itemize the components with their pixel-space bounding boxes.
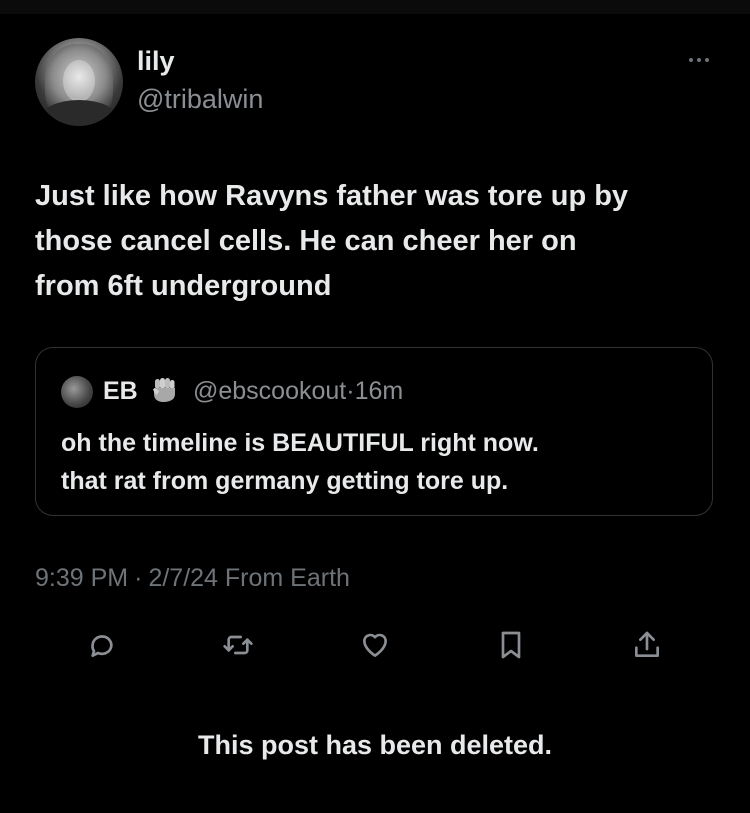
quoted-time: 16m — [354, 377, 404, 405]
retweet-icon — [223, 635, 253, 655]
quoted-author-avatar — [61, 376, 93, 408]
post-time[interactable]: 9:39 PM — [35, 564, 128, 592]
author-name[interactable]: lily — [137, 46, 175, 77]
quoted-author-handle-time: @ebscookout·16m — [193, 377, 403, 406]
quoted-separator: · — [346, 377, 355, 405]
bookmark-button[interactable] — [491, 625, 531, 665]
meta-separator: · — [134, 564, 143, 592]
author-handle[interactable]: @tribalwin — [137, 84, 263, 115]
quoted-post-card[interactable]: EB @ebscookout·16m oh the timeline is BE… — [35, 347, 713, 516]
quoted-author-name: EB — [103, 377, 138, 405]
raised-fist-icon — [153, 378, 175, 402]
quoted-author-handle: @ebscookout — [193, 377, 347, 405]
reply-button[interactable] — [82, 625, 122, 665]
post-text: Just like how Ravyns father was tore up … — [35, 180, 629, 302]
post-metadata: 9:39 PM · 2/7/24 From Earth — [35, 564, 350, 593]
avatar-face — [63, 60, 95, 102]
quoted-post-text: oh the timeline is BEAUTIFUL right now. … — [61, 429, 539, 495]
like-button[interactable] — [355, 625, 395, 665]
share-icon — [635, 631, 659, 657]
post-source: From Earth — [224, 564, 350, 592]
retweet-button[interactable] — [218, 625, 258, 665]
share-button[interactable] — [627, 625, 667, 665]
bookmark-icon — [501, 631, 521, 659]
more-options-icon[interactable] — [684, 50, 714, 70]
author-avatar[interactable] — [35, 38, 123, 126]
status-bar-strip — [0, 0, 750, 14]
like-icon — [363, 633, 387, 657]
post-date[interactable]: 2/7/24 — [148, 564, 218, 592]
reply-icon — [91, 635, 113, 657]
deleted-post-notice: This post has been deleted. — [197, 730, 553, 760]
